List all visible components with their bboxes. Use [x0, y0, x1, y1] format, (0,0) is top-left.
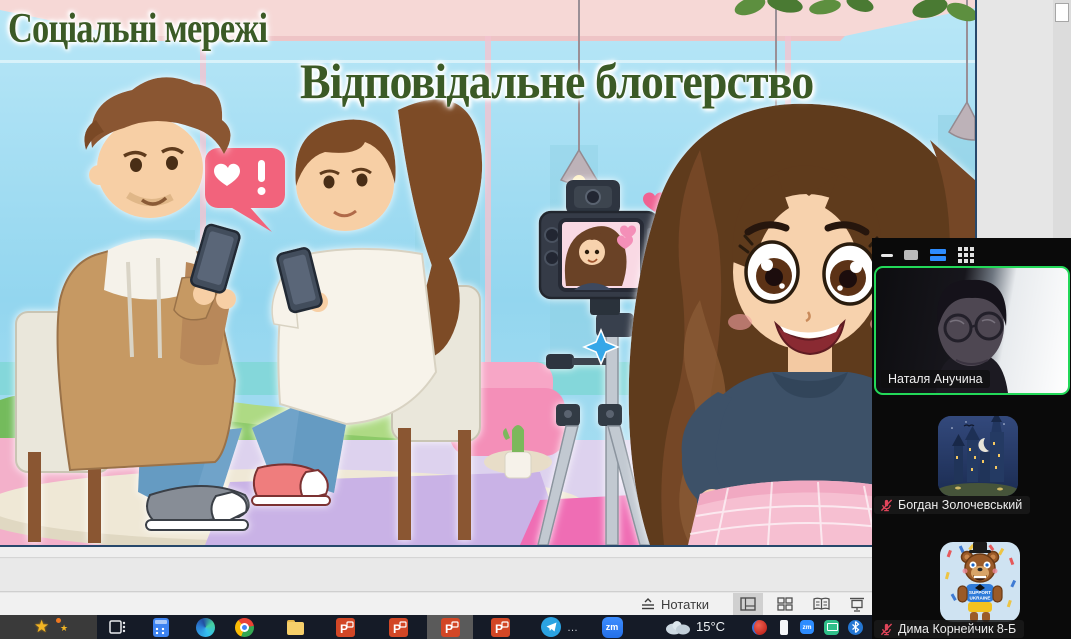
- start-star-icon: ★: [34, 618, 49, 635]
- powerpoint-icon: P: [441, 618, 460, 637]
- normal-view-icon: [740, 597, 756, 611]
- tray-zoom[interactable]: zm: [796, 616, 818, 638]
- chrome-button[interactable]: [233, 616, 255, 638]
- svg-text:P: P: [340, 622, 348, 636]
- zoom-restore-button[interactable]: [900, 246, 922, 264]
- freddy-bear-image: SUPPORT UKRAINE: [940, 542, 1020, 622]
- tray-bluetooth[interactable]: [844, 616, 866, 638]
- powerpoint-status-bar: Нотатки: [0, 593, 977, 615]
- below-slide-strip: [0, 547, 977, 558]
- tray-app-red[interactable]: [748, 616, 770, 638]
- weather-temperature[interactable]: 15°C: [696, 619, 725, 634]
- start-button[interactable]: ★ ★: [0, 615, 97, 639]
- tray-app-red-icon: [752, 620, 767, 635]
- folder-button[interactable]: [284, 616, 306, 638]
- tray-app-green[interactable]: [820, 616, 842, 638]
- participant-avatar-castle[interactable]: [938, 416, 1018, 496]
- powerpoint-button-4[interactable]: P: [489, 616, 511, 638]
- muted-mic-icon: [880, 623, 893, 636]
- taskbar-overflow-dots[interactable]: …: [567, 622, 579, 634]
- reading-view-button[interactable]: [806, 593, 836, 615]
- participant-name-tag: Наталя Анучина: [881, 370, 990, 388]
- participant-name-row: Богдан Золочевський: [874, 496, 1030, 514]
- bluetooth-icon: [848, 620, 863, 635]
- tray-device[interactable]: [773, 616, 795, 638]
- task-view-button[interactable]: [106, 616, 128, 638]
- powerpoint-icon: P: [389, 618, 408, 637]
- chrome-icon: [235, 618, 254, 637]
- telegram-button[interactable]: [540, 616, 562, 638]
- powerpoint-icon: P: [336, 618, 355, 637]
- speaker-view-icon: [930, 249, 946, 261]
- powerpoint-button-1[interactable]: P: [334, 616, 356, 638]
- calculator-button[interactable]: [150, 616, 172, 638]
- zoom-speaker-view-button[interactable]: [927, 246, 949, 264]
- notes-toggle-button[interactable]: Нотатки: [641, 593, 709, 615]
- zoom-app-button[interactable]: zm: [601, 616, 623, 638]
- task-view-icon: [109, 619, 126, 635]
- start-small-star-icon: ★: [60, 624, 68, 633]
- powerpoint-button-3-active[interactable]: P: [439, 616, 461, 638]
- minimize-icon: [881, 254, 893, 257]
- svg-text:P: P: [495, 622, 503, 636]
- normal-view-button[interactable]: [733, 593, 763, 615]
- notes-icon: [641, 598, 655, 610]
- svg-text:UKRAINE: UKRAINE: [970, 596, 991, 601]
- svg-text:P: P: [445, 622, 453, 636]
- zoom-participants-panel: Наталя Анучина: [872, 238, 1071, 639]
- powerpoint-icon: P: [491, 618, 510, 637]
- night-castle-image: [938, 416, 1018, 496]
- calculator-icon: [153, 618, 169, 637]
- powerpoint-button-2[interactable]: P: [387, 616, 409, 638]
- slideshow-icon: [849, 597, 865, 612]
- slideshow-button[interactable]: [842, 593, 872, 615]
- tray-zoom-icon: zm: [800, 620, 814, 634]
- gallery-view-icon: [958, 247, 974, 263]
- slide-canvas[interactable]: Соціальні мережі Відповідальне блогерств…: [0, 0, 977, 547]
- participant-tile-video[interactable]: Наталя Анучина: [874, 266, 1070, 395]
- tray-app-green-icon: [824, 620, 839, 635]
- edge-button[interactable]: [194, 616, 216, 638]
- slide-title-line2[interactable]: Відповідальне блогерство: [300, 56, 813, 106]
- telegram-icon: [541, 617, 561, 637]
- tray-device-icon: [780, 620, 788, 635]
- notes-pane-collapsed[interactable]: [0, 559, 977, 592]
- restore-icon: [904, 250, 918, 260]
- zoom-minimize-button[interactable]: [876, 246, 898, 264]
- svg-text:P: P: [393, 622, 401, 636]
- slide-sorter-button[interactable]: [770, 593, 800, 615]
- muted-mic-icon: [880, 499, 893, 512]
- reading-view-icon: [813, 597, 830, 611]
- folder-icon: [287, 620, 304, 635]
- edge-icon: [196, 618, 215, 637]
- slide-sorter-icon: [777, 597, 793, 611]
- desktop-screen: Соціальні мережі Відповідальне блогерств…: [0, 0, 1071, 639]
- notes-label: Нотатки: [661, 597, 709, 612]
- zoom-gallery-view-button[interactable]: [955, 246, 977, 264]
- participant-name: Богдан Золочевський: [898, 498, 1022, 512]
- zoom-app-icon: zm: [602, 617, 623, 638]
- slide-title-line1[interactable]: Соціальні мережі: [8, 8, 267, 50]
- weather-widget[interactable]: [664, 620, 691, 639]
- participant-name-row: Дима Корнейчик 8-Б: [874, 620, 1024, 638]
- start-orange-dot: [56, 618, 61, 623]
- cloud-icon: [664, 620, 691, 635]
- vertical-scrollbar-thumb[interactable]: [1055, 3, 1069, 22]
- participant-name: Дима Корнейчик 8-Б: [898, 622, 1016, 636]
- participant-avatar-bear[interactable]: SUPPORT UKRAINE: [940, 542, 1020, 622]
- svg-text:SUPPORT: SUPPORT: [969, 590, 991, 595]
